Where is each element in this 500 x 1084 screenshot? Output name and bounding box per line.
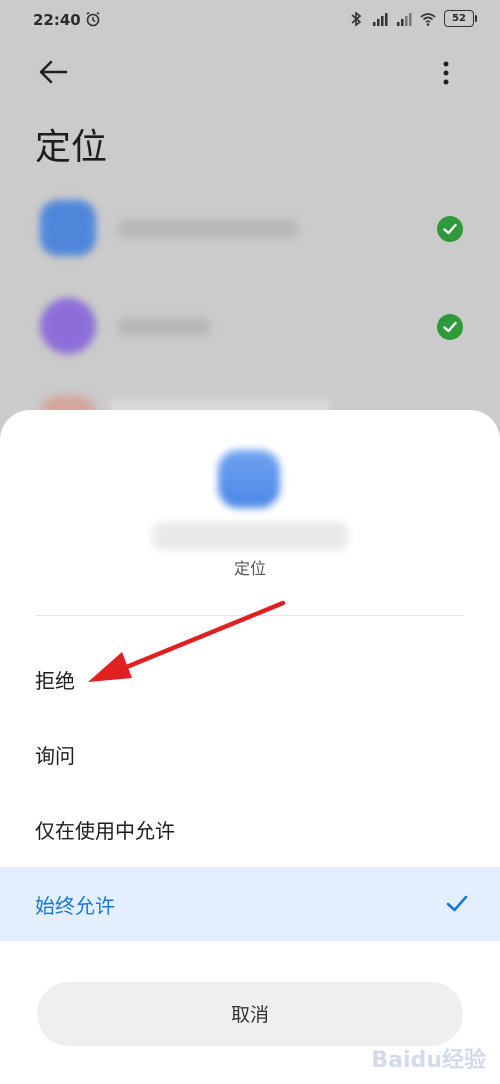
permission-bottom-sheet: 定位 拒绝 询问 仅在使用中允许 始终允许 取消 (0, 410, 500, 1084)
divider (36, 615, 464, 616)
option-label: 仅在使用中允许 (35, 818, 175, 843)
wifi-icon (420, 12, 436, 26)
more-options-icon[interactable] (436, 60, 456, 86)
granted-check-icon (437, 314, 463, 340)
granted-check-icon (437, 216, 463, 242)
cellular-signal-icon-2 (397, 12, 412, 26)
watermark-logo: Baidu经验 (371, 1048, 486, 1073)
option-deny[interactable]: 拒绝 (0, 642, 500, 716)
status-bar: 22:40 52 (0, 0, 500, 40)
app-icon (40, 298, 96, 354)
app-name-blurred (118, 220, 298, 238)
back-arrow-icon[interactable] (38, 58, 68, 86)
option-allow-while-using[interactable]: 仅在使用中允许 (0, 792, 500, 866)
app-name-blurred (118, 318, 210, 336)
option-label: 始终允许 (35, 893, 115, 918)
app-list-item[interactable] (0, 190, 500, 270)
app-list-item[interactable] (0, 288, 500, 368)
alarm-clock-icon (86, 11, 100, 27)
battery-indicator: 52 (444, 10, 477, 27)
cellular-signal-icon (373, 12, 388, 26)
option-label: 拒绝 (35, 668, 75, 693)
app-icon (40, 200, 96, 256)
option-always-allow[interactable]: 始终允许 (0, 867, 500, 941)
page-title: 定位 (35, 127, 108, 168)
app-name-blurred (152, 522, 348, 550)
status-indicators: 52 (348, 10, 477, 27)
app-icon (218, 450, 280, 508)
option-label: 询问 (35, 743, 75, 768)
cancel-button[interactable]: 取消 (37, 982, 463, 1046)
selected-check-icon (446, 895, 468, 912)
bluetooth-icon (351, 10, 362, 27)
option-ask[interactable]: 询问 (0, 717, 500, 791)
status-time: 22:40 (33, 11, 81, 29)
permission-name: 定位 (233, 559, 266, 578)
